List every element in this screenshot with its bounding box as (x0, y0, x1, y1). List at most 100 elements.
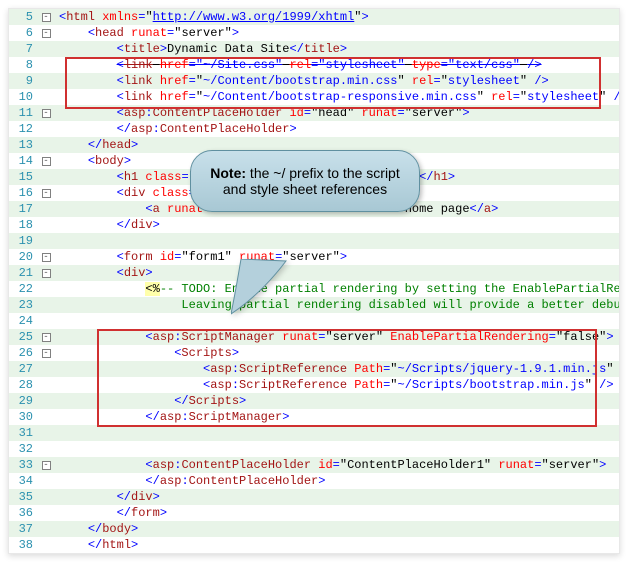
code-content[interactable]: </head> (57, 138, 619, 152)
fold-gutter[interactable]: - (39, 156, 53, 167)
code-content[interactable]: <asp:ScriptReference Path="~/Scripts/boo… (57, 378, 619, 392)
fold-collapse-icon[interactable]: - (42, 29, 51, 38)
line-number: 23 (9, 298, 39, 312)
fold-collapse-icon[interactable]: - (42, 13, 51, 22)
code-line[interactable]: 30 </asp:ScriptManager> (9, 409, 619, 425)
code-line[interactable]: 38 </html> (9, 537, 619, 553)
code-content[interactable]: <body> (57, 154, 619, 168)
code-line[interactable]: 21- <div> (9, 265, 619, 281)
code-content[interactable]: <a runat="server" href="~/">Back to home… (57, 202, 619, 216)
code-content[interactable]: <div class="DDNavigation"> (57, 186, 619, 200)
code-content[interactable]: </asp:ContentPlaceHolder> (57, 122, 619, 136)
line-number: 15 (9, 170, 39, 184)
code-content[interactable]: <asp:ContentPlaceHolder id="ContentPlace… (57, 458, 619, 472)
code-line[interactable]: 12 </asp:ContentPlaceHolder> (9, 121, 619, 137)
line-number: 9 (9, 74, 39, 88)
code-line[interactable]: 32 (9, 441, 619, 457)
code-content[interactable]: </body> (57, 522, 619, 536)
code-line[interactable]: 13 </head> (9, 137, 619, 153)
code-content[interactable]: <link href="~/Content/bootstrap.min.css"… (57, 74, 619, 88)
code-line[interactable]: 29 </Scripts> (9, 393, 619, 409)
code-line[interactable]: 37 </body> (9, 521, 619, 537)
code-content[interactable]: <link href="~/Content/bootstrap-responsi… (57, 90, 620, 104)
code-content[interactable]: <link href="~/Site.css" rel="stylesheet"… (57, 58, 619, 72)
code-line[interactable]: 5-<html xmlns="http://www.w3.org/1999/xh… (9, 9, 619, 25)
code-line[interactable]: 10 <link href="~/Content/bootstrap-respo… (9, 89, 619, 105)
code-content[interactable]: <head runat="server"> (57, 26, 619, 40)
code-line[interactable]: 31 (9, 425, 619, 441)
line-number: 8 (9, 58, 39, 72)
code-line[interactable]: 22 <%-- TODO: Enable partial rendering b… (9, 281, 619, 297)
code-content[interactable]: <html xmlns="http://www.w3.org/1999/xhtm… (57, 10, 619, 24)
code-content[interactable]: <title>Dynamic Data Site</title> (57, 42, 619, 56)
code-line[interactable]: 17 <a runat="server" href="~/">Back to h… (9, 201, 619, 217)
code-line[interactable]: 15 <h1 class="DDMainHeader">Dynamic Data… (9, 169, 619, 185)
code-line[interactable]: 36 </form> (9, 505, 619, 521)
line-number: 32 (9, 442, 39, 456)
fold-gutter[interactable]: - (39, 348, 53, 359)
code-line[interactable]: 8 <link href="~/Site.css" rel="styleshee… (9, 57, 619, 73)
line-number: 33 (9, 458, 39, 472)
code-content[interactable]: <asp:ScriptManager runat="server" Enable… (57, 330, 619, 344)
fold-collapse-icon[interactable]: - (42, 333, 51, 342)
code-content[interactable]: <h1 class="DDMainHeader">Dynamic Data Si… (57, 170, 619, 184)
code-line[interactable]: 25- <asp:ScriptManager runat="server" En… (9, 329, 619, 345)
code-content[interactable]: <asp:ScriptReference Path="~/Scripts/jqu… (57, 362, 620, 376)
code-line[interactable]: 7 <title>Dynamic Data Site</title> (9, 41, 619, 57)
fold-gutter[interactable]: - (39, 108, 53, 119)
code-line[interactable]: 34 </asp:ContentPlaceHolder> (9, 473, 619, 489)
line-number: 28 (9, 378, 39, 392)
line-number: 6 (9, 26, 39, 40)
fold-collapse-icon[interactable]: - (42, 157, 51, 166)
code-line[interactable]: 27 <asp:ScriptReference Path="~/Scripts/… (9, 361, 619, 377)
code-content[interactable]: </div> (57, 218, 619, 232)
code-line[interactable]: 14- <body> (9, 153, 619, 169)
fold-gutter[interactable]: - (39, 188, 53, 199)
code-content[interactable]: </asp:ScriptManager> (57, 410, 619, 424)
code-line[interactable]: 19 (9, 233, 619, 249)
code-line[interactable]: 24 (9, 313, 619, 329)
code-line[interactable]: 20- <form id="form1" runat="server"> (9, 249, 619, 265)
code-line[interactable]: 35 </div> (9, 489, 619, 505)
code-line[interactable]: 11- <asp:ContentPlaceHolder id="head" ru… (9, 105, 619, 121)
fold-gutter[interactable]: - (39, 460, 53, 471)
line-number: 29 (9, 394, 39, 408)
code-content[interactable]: </Scripts> (57, 394, 619, 408)
code-content[interactable]: </html> (57, 538, 619, 552)
code-content[interactable]: </div> (57, 490, 619, 504)
code-content[interactable]: </form> (57, 506, 619, 520)
fold-collapse-icon[interactable]: - (42, 253, 51, 262)
fold-collapse-icon[interactable]: - (42, 269, 51, 278)
code-line[interactable]: 33- <asp:ContentPlaceHolder id="ContentP… (9, 457, 619, 473)
code-editor[interactable]: 5-<html xmlns="http://www.w3.org/1999/xh… (8, 8, 620, 554)
code-content[interactable]: Leaving partial rendering disabled will … (57, 298, 620, 312)
fold-gutter[interactable]: - (39, 28, 53, 39)
code-content[interactable]: <Scripts> (57, 346, 619, 360)
fold-collapse-icon[interactable]: - (42, 189, 51, 198)
fold-gutter[interactable]: - (39, 332, 53, 343)
fold-gutter[interactable]: - (39, 12, 53, 23)
fold-collapse-icon[interactable]: - (42, 349, 51, 358)
fold-collapse-icon[interactable]: - (42, 461, 51, 470)
line-number: 12 (9, 122, 39, 136)
code-line[interactable]: 26- <Scripts> (9, 345, 619, 361)
code-content[interactable]: <%-- TODO: Enable partial rendering by s… (57, 282, 620, 296)
code-line[interactable]: 9 <link href="~/Content/bootstrap.min.cs… (9, 73, 619, 89)
line-number: 22 (9, 282, 39, 296)
code-line[interactable]: 28 <asp:ScriptReference Path="~/Scripts/… (9, 377, 619, 393)
fold-collapse-icon[interactable]: - (42, 109, 51, 118)
code-line[interactable]: 23 Leaving partial rendering disabled wi… (9, 297, 619, 313)
line-number: 17 (9, 202, 39, 216)
code-content[interactable]: <asp:ContentPlaceHolder id="head" runat=… (57, 106, 619, 120)
code-line[interactable]: 6- <head runat="server"> (9, 25, 619, 41)
line-number: 21 (9, 266, 39, 280)
code-content[interactable]: <form id="form1" runat="server"> (57, 250, 619, 264)
fold-gutter[interactable]: - (39, 252, 53, 263)
code-content[interactable]: <div> (57, 266, 619, 280)
line-number: 27 (9, 362, 39, 376)
code-content[interactable]: </asp:ContentPlaceHolder> (57, 474, 619, 488)
line-number: 37 (9, 522, 39, 536)
code-line[interactable]: 18 </div> (9, 217, 619, 233)
code-line[interactable]: 16- <div class="DDNavigation"> (9, 185, 619, 201)
fold-gutter[interactable]: - (39, 268, 53, 279)
